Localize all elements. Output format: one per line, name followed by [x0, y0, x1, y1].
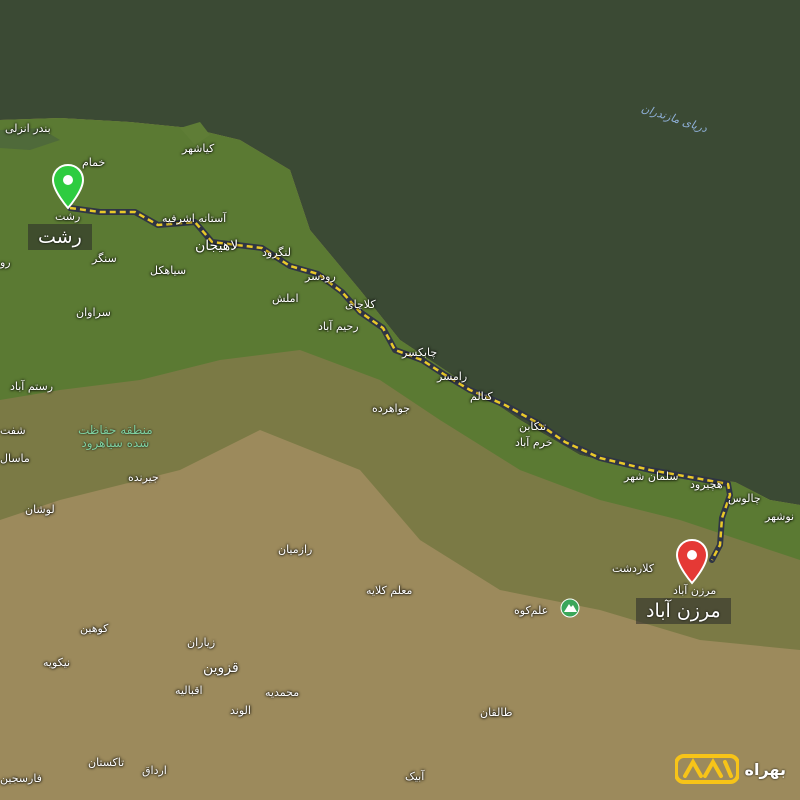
place-chaboksar: چابکسر: [402, 346, 438, 359]
map-view[interactable]: دریای مازندران بندر انزلی خمام کیاشهر رش…: [0, 0, 800, 800]
peak-label: علم‌کوه: [514, 604, 549, 617]
place-katalom: کتالم: [470, 390, 493, 403]
brand-logo-icon: [674, 754, 739, 784]
origin-marker-icon[interactable]: [50, 163, 86, 211]
place-kiashahr: کیاشهر: [182, 142, 215, 155]
place-siahkal: سیاهکل: [150, 264, 187, 277]
place-left-edge-3: ماسال: [0, 452, 30, 465]
place-abyek: آبیک: [405, 770, 425, 783]
place-jirandeh: جیرنده: [128, 471, 159, 484]
place-ardaq: ارداق: [142, 764, 167, 777]
place-nowshahr: نوشهر: [765, 510, 795, 523]
protected-area-label: منطقه حفاظت شده سیاهرود: [78, 424, 153, 450]
place-ramsar: رامسر: [437, 370, 468, 383]
place-razmian: رازمیان: [278, 543, 313, 556]
place-langarud: لنگرود: [262, 246, 292, 259]
place-moallem-kalayeh: معلم کلایه: [366, 584, 413, 597]
place-javaherdeh: جواهرده: [372, 402, 411, 415]
place-qazvin: قزوین: [203, 660, 239, 676]
place-takestan: تاکستان: [88, 756, 125, 769]
place-bandar-anzali: بندر انزلی: [5, 122, 51, 135]
destination-marker-icon[interactable]: [674, 538, 710, 586]
place-mohammadiyeh: محمدیه: [265, 686, 300, 699]
place-salmanshahr: سلمان شهر: [624, 470, 679, 483]
place-ziaran: زیاران: [187, 636, 216, 649]
place-lahijan: لاهیجان: [195, 238, 239, 254]
place-left-edge-1: رو: [0, 256, 11, 269]
place-loshan: لوشان: [25, 503, 55, 516]
place-kelardasht: کلاردشت: [612, 562, 655, 575]
place-chalus: چالوس: [728, 492, 761, 505]
place-rudsar: رودسر: [305, 270, 336, 283]
place-rostamabad: رستم آباد: [10, 380, 54, 393]
place-tonekabon: تنکابن: [519, 420, 547, 433]
place-amlash: املش: [272, 292, 299, 305]
place-sangar: سنگر: [92, 252, 117, 265]
place-left-edge-2: شفت: [0, 424, 26, 437]
origin-city-label: رشت: [28, 224, 92, 250]
place-kuhin: کوهین: [80, 622, 109, 635]
place-rahimabad: رحیم آباد: [318, 320, 359, 333]
place-farsjin: فارسجین: [0, 772, 42, 785]
place-alvand: الوند: [230, 704, 251, 717]
brand-name: بهراه: [744, 759, 786, 779]
brand-watermark: بهراه: [674, 752, 786, 786]
place-hachirud: هچیرود: [690, 478, 723, 491]
place-khorramabad: خرم آباد: [515, 436, 553, 449]
place-rasht-small: رشت: [55, 210, 81, 223]
place-taleqan: طالقان: [480, 706, 513, 719]
protected-area-line-2: شده سیاهرود: [81, 436, 150, 450]
place-nikuyeh: نیکویه: [43, 656, 71, 669]
place-astaneh: آستانه اشرفیه: [162, 212, 227, 225]
peak-marker-icon[interactable]: [560, 598, 580, 620]
place-kelachay: کلاچای: [345, 298, 376, 311]
place-saravan: سراوان: [76, 306, 111, 319]
place-eqbaliyeh: اقبالیه: [175, 684, 203, 697]
destination-city-label: مرزن آباد: [636, 598, 731, 624]
